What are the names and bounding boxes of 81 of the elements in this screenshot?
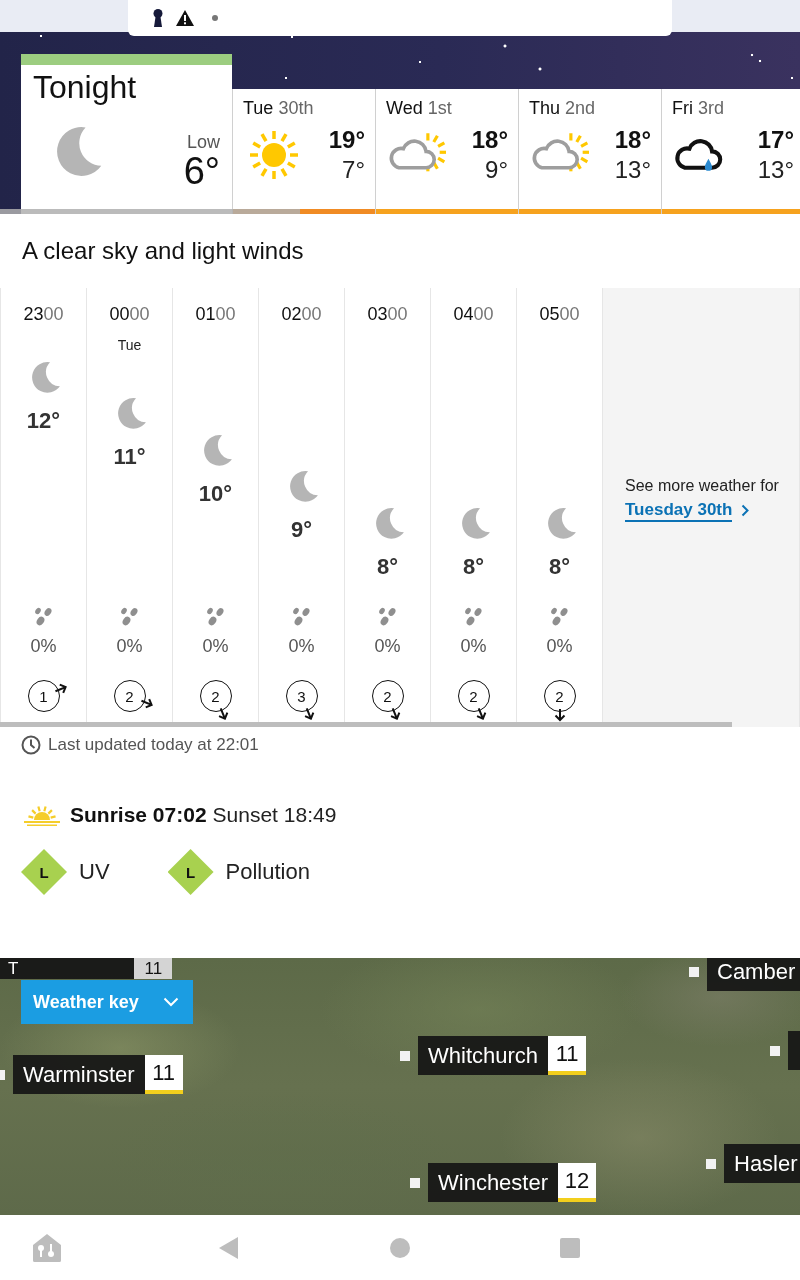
hour-label: 0400	[453, 303, 494, 326]
rain-chance: 0%	[202, 635, 229, 657]
keyhole-icon	[152, 9, 164, 27]
hour-temperature: 11°	[113, 444, 146, 471]
raindrops-icon	[290, 607, 313, 627]
place-name-label[interactable]: Warminster	[13, 1055, 145, 1094]
place-marker-icon[interactable]	[400, 1050, 410, 1061]
raindrops-icon	[548, 607, 571, 627]
more-weather-text: See more weather for	[625, 476, 780, 496]
hour-label: 0500	[539, 303, 580, 326]
hour-label: 0200	[281, 303, 322, 326]
day-card[interactable]: Tue 30th 19° 7°	[232, 89, 375, 214]
low-temperature: 9°	[484, 155, 508, 185]
hour-temperature: 8°	[548, 553, 570, 580]
place-name-label[interactable]: Hasler	[724, 1144, 800, 1183]
index-label[interactable]: Pollution	[225, 859, 310, 885]
hour-temperature: 12°	[26, 408, 61, 434]
hour-temperature: 8°	[462, 553, 484, 580]
weather-summary: A clear sky and light winds	[22, 237, 304, 265]
dot-icon	[212, 15, 218, 21]
place-name-label[interactable]: Winchester	[428, 1163, 559, 1202]
day-label: Thu 2nd	[528, 97, 597, 119]
tonight-title: Tonight	[33, 68, 138, 106]
low-temperature: 13°	[757, 155, 794, 185]
day-card[interactable]: Fri 3rd 17° 13°	[661, 89, 800, 214]
day-card[interactable]: Wed 1st 18° 9°	[375, 89, 518, 214]
rain-chance: 0%	[288, 635, 315, 657]
high-temperature: 18°	[614, 125, 651, 155]
day-card[interactable]: Thu 2nd 18° 13°	[518, 89, 661, 214]
hour-label: 2300	[23, 303, 64, 326]
day-label: Tue	[117, 337, 142, 353]
high-temperature: 19°	[328, 125, 365, 155]
low-label: Low	[185, 132, 220, 152]
low-temperature: 7°	[341, 155, 365, 185]
place-marker-icon[interactable]	[770, 1045, 780, 1056]
sunrise-time: Sunrise 07:02	[70, 803, 207, 827]
low-temperature: 13°	[614, 155, 651, 185]
hour-label: 0100	[195, 303, 236, 326]
place-name-label[interactable]: T	[0, 958, 135, 979]
rain-chance: 0%	[30, 635, 57, 657]
day-label: Wed 1st	[385, 97, 453, 119]
last-updated-text: Last updated today at 22:01	[48, 735, 259, 755]
day-label: Tue 30th	[242, 97, 315, 119]
hour-temperature: 9°	[290, 517, 312, 544]
raindrops-icon	[32, 607, 55, 627]
level-rating[interactable]: L	[21, 849, 67, 895]
level-rating[interactable]: L	[167, 849, 214, 895]
place-marker-icon[interactable]	[410, 1177, 420, 1188]
rain-chance: 0%	[116, 635, 143, 657]
temperature-tag: 11	[134, 958, 173, 979]
place-name-label[interactable]: Camber	[707, 958, 800, 991]
warning-icon	[176, 10, 194, 26]
sunset-time: Sunset 18:49	[212, 803, 337, 827]
rain-chance: 0%	[460, 635, 487, 657]
raindrops-icon	[462, 607, 485, 627]
raindrops-icon	[204, 607, 227, 627]
clock-icon	[21, 735, 41, 755]
raindrops-icon	[376, 607, 399, 627]
low-temperature: 6°	[183, 152, 220, 190]
place-name-label[interactable]: Whitchurch	[418, 1036, 549, 1075]
index-label[interactable]: UV	[79, 859, 110, 885]
rain-chance: 0%	[374, 635, 401, 657]
temperature-tag: 11	[548, 1036, 587, 1075]
sunrise-icon	[24, 804, 60, 826]
hour-temperature: 8°	[376, 553, 398, 580]
rain-chance: 0%	[546, 635, 573, 657]
temperature-tag: 11	[144, 1055, 183, 1094]
hour-temperature: 10°	[198, 480, 233, 507]
day-label: Fri 3rd	[671, 97, 726, 119]
hour-label: 0000	[109, 303, 150, 326]
hour-label: 0300	[367, 303, 408, 326]
chevron-right-icon[interactable]	[741, 504, 750, 517]
place-marker-icon[interactable]	[689, 966, 699, 977]
satellite-map[interactable]: T 11 Camber Whitchurch 11 Warminster 11 Winchester 12 Hasler Weather key	[0, 958, 800, 1215]
place-marker-icon[interactable]	[706, 1158, 716, 1169]
high-temperature: 17°	[757, 125, 794, 155]
more-weather-link[interactable]: Tuesday 30th	[625, 499, 733, 522]
temperature-tag: 12	[558, 1163, 597, 1202]
chevron-down-icon	[163, 997, 179, 1007]
raindrops-icon	[118, 607, 141, 627]
high-temperature: 18°	[471, 125, 508, 155]
